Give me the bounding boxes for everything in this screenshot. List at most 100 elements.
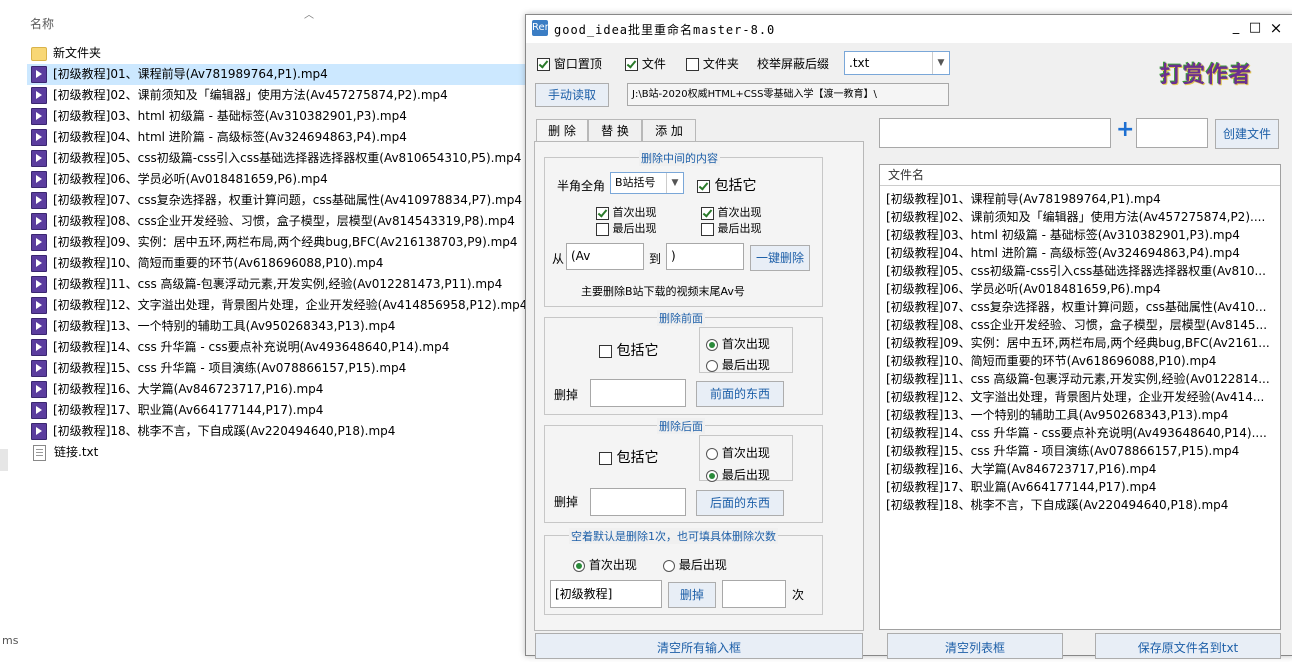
list-item[interactable]: [初级教程]14、css 升华篇 - css要点补充说明(Av493648640… <box>880 424 1274 442</box>
list-item[interactable]: [初级教程]07、css复杂选择器，权重计算问题，css基础属性(Av410..… <box>880 298 1274 316</box>
list-item[interactable]: [初级教程]16、大学篇(Av846723717,P16).mp4 <box>880 460 1274 478</box>
file-checkbox[interactable]: 文件 <box>625 55 666 72</box>
file-row[interactable]: [初级教程]04、html 进阶篇 - 高级标签(Av324694863,P4)… <box>27 127 527 148</box>
delete-back-button[interactable]: 后面的东西 <box>696 490 784 516</box>
tab-delete[interactable]: 删 除 <box>536 119 588 143</box>
left-first-checkbox[interactable]: 首次出现 <box>596 204 657 220</box>
video-file-icon <box>31 234 47 251</box>
maximize-button[interactable]: □ <box>1245 19 1265 37</box>
tab-replace[interactable]: 替 换 <box>588 119 642 143</box>
suffix-select[interactable]: .txt ▼ <box>844 51 950 75</box>
from-input[interactable]: (Av <box>566 243 644 270</box>
file-row[interactable]: [初级教程]18、桃李不言，下自成蹊(Av220494640,P18).mp4 <box>27 421 527 442</box>
include-front-checkbox[interactable]: 包括它 <box>599 340 658 360</box>
file-row[interactable]: [初级教程]14、css 升华篇 - css要点补充说明(Av493648640… <box>27 337 527 358</box>
count-last-radio[interactable]: 最后出现 <box>663 556 727 573</box>
folder-checkbox[interactable]: 文件夹 <box>686 55 739 72</box>
file-row[interactable]: [初级教程]15、css 升华篇 - 项目演练(Av078866157,P15)… <box>27 358 527 379</box>
back-first-radio[interactable]: 首次出现 <box>706 444 770 461</box>
list-item[interactable]: [初级教程]05、css初级篇-css引入css基础选择器选择器权重(Av810… <box>880 262 1274 280</box>
list-item[interactable]: [初级教程]10、简短而重要的环节(Av618696088,P10).mp4 <box>880 352 1274 370</box>
radio-unselected-icon <box>706 359 718 372</box>
list-item[interactable]: [初级教程]02、课前须知及「编辑器」使用方法(Av457275874,P2).… <box>880 208 1274 226</box>
file-row[interactable]: [初级教程]11、css 高级篇-包裹浮动元素,开发实例,经验(Av012281… <box>27 274 527 295</box>
right-first-checkbox[interactable]: 首次出现 <box>701 204 762 220</box>
title-bar[interactable]: Ren good_idea批里重命名master-8.0 _ □ × <box>526 15 1292 43</box>
file-row[interactable]: [初级教程]06、学员必听(Av018481659,P6).mp4 <box>27 169 527 190</box>
file-row[interactable]: [初级教程]07、css复杂选择器，权重计算问题，css基础属性(Av41097… <box>27 190 527 211</box>
clear-list-button[interactable]: 清空列表框 <box>887 633 1063 659</box>
checkbox-checked-icon <box>596 206 609 220</box>
clear-inputs-button[interactable]: 清空所有输入框 <box>535 633 863 659</box>
file-row[interactable]: [初级教程]12、文字溢出处理，背景图片处理，企业开发经验(Av41485695… <box>27 295 527 316</box>
file-row[interactable]: [初级教程]02、课前须知及「编辑器」使用方法(Av457275874,P2).… <box>27 85 527 106</box>
list-item[interactable]: [初级教程]17、职业篇(Av664177144,P17).mp4 <box>880 478 1274 496</box>
window-top-checkbox[interactable]: 窗口置顶 <box>537 55 602 72</box>
include-middle-checkbox[interactable]: 包括它 <box>697 175 756 195</box>
include-back-checkbox[interactable]: 包括它 <box>599 447 658 467</box>
front-first-radio[interactable]: 首次出现 <box>706 335 770 352</box>
list-item[interactable]: [初级教程]15、css 升华篇 - 项目演练(Av078866157,P15)… <box>880 442 1274 460</box>
column-header-name[interactable]: 名称 <box>30 15 54 32</box>
front-remove-input[interactable] <box>590 379 686 407</box>
file-row[interactable]: [初级教程]13、一个特别的辅助工具(Av950268343,P13).mp4 <box>27 316 527 337</box>
list-item[interactable]: [初级教程]11、css 高级篇-包裹浮动元素,开发实例,经验(Av012281… <box>880 370 1274 388</box>
radio-unselected-icon <box>663 559 675 572</box>
list-header: 文件名 <box>880 165 1280 186</box>
list-item[interactable]: [初级教程]09、实例：居中五环,两栏布局,两个经典bug,BFC(Av2161… <box>880 334 1274 352</box>
delete-text-input[interactable]: [初级教程] <box>550 580 662 608</box>
back-last-radio[interactable]: 最后出现 <box>706 466 770 483</box>
list-item[interactable]: [初级教程]04、html 进阶篇 - 高级标签(Av324694863,P4)… <box>880 244 1274 262</box>
file-row[interactable]: [初级教程]03、html 初级篇 - 基础标签(Av310382901,P3)… <box>27 106 527 127</box>
app-icon: Ren <box>532 20 551 36</box>
list-item[interactable]: [初级教程]01、课程前导(Av781989764,P1).mp4 <box>880 190 1274 208</box>
list-item[interactable]: [初级教程]03、html 初级篇 - 基础标签(Av310382901,P3)… <box>880 226 1274 244</box>
file-name: [初级教程]06、学员必听(Av018481659,P6).mp4 <box>53 172 328 186</box>
file-name: 新文件夹 <box>53 46 102 60</box>
count-first-radio[interactable]: 首次出现 <box>573 556 637 573</box>
list-item[interactable]: [初级教程]08、css企业开发经验、习惯，盒子模型，层模型(Av8145... <box>880 316 1274 334</box>
donate-author-logo[interactable]: 打赏作者 <box>1160 57 1252 89</box>
file-row[interactable]: 链接.txt <box>27 442 527 463</box>
file-row[interactable]: [初级教程]16、大学篇(Av846723717,P16).mp4 <box>27 379 527 400</box>
save-names-button[interactable]: 保存原文件名到txt <box>1095 633 1281 659</box>
delete-count-input[interactable] <box>722 580 786 608</box>
bracket-type-select[interactable]: B站括号 ▼ <box>610 172 684 194</box>
checkbox-unchecked-icon <box>599 344 612 358</box>
file-row[interactable]: [初级教程]08、css企业开发经验、习惯，盒子模型，层模型(Av8145433… <box>27 211 527 232</box>
tab-add[interactable]: 添 加 <box>642 119 696 143</box>
to-label: 到 <box>649 252 662 266</box>
new-file-suffix-input[interactable] <box>1136 118 1208 148</box>
file-row[interactable]: [初级教程]17、职业篇(Av664177144,P17).mp4 <box>27 400 527 421</box>
create-file-button[interactable]: 创建文件 <box>1215 119 1279 149</box>
count-unit-label: 次 <box>792 588 805 602</box>
to-input[interactable]: ) <box>666 243 744 270</box>
filename-column-header[interactable]: 文件名 <box>888 168 924 182</box>
video-file-icon <box>31 129 47 146</box>
minimize-button[interactable]: _ <box>1226 19 1246 37</box>
delete-front-button[interactable]: 前面的东西 <box>696 381 784 407</box>
list-item[interactable]: [初级教程]12、文字溢出处理，背景图片处理，企业开发经验(Av414... <box>880 388 1274 406</box>
delete-count-button[interactable]: 删掉 <box>668 582 716 608</box>
file-row[interactable]: 新文件夹 <box>27 43 527 64</box>
back-remove-input[interactable] <box>590 488 686 516</box>
file-row[interactable]: [初级教程]10、简短而重要的环节(Av618696088,P10).mp4 <box>27 253 527 274</box>
file-row[interactable]: [初级教程]01、课程前导(Av781989764,P1).mp4 <box>27 64 527 85</box>
list-item[interactable]: [初级教程]18、桃李不言，下自成蹊(Av220494640,P18).mp4 <box>880 496 1274 514</box>
file-row[interactable]: [初级教程]05、css初级篇-css引入css基础选择器选择器权重(Av810… <box>27 148 527 169</box>
right-last-checkbox[interactable]: 最后出现 <box>701 220 762 236</box>
explorer-scrollbar[interactable] <box>0 449 8 471</box>
list-item[interactable]: [初级教程]13、一个特别的辅助工具(Av950268343,P13).mp4 <box>880 406 1274 424</box>
file-row[interactable]: [初级教程]09、实例：居中五环,两栏布局,两个经典bug,BFC(Av2161… <box>27 232 527 253</box>
one-click-delete-button[interactable]: 一键删除 <box>750 245 810 271</box>
left-last-checkbox[interactable]: 最后出现 <box>596 220 657 236</box>
front-last-label: 最后出现 <box>721 358 770 372</box>
path-field[interactable]: J:\B站-2020权威HTML+CSS零基础入学【渡一教育】\ <box>627 83 949 106</box>
manual-read-button[interactable]: 手动读取 <box>535 83 609 107</box>
file-name: [初级教程]02、课前须知及「编辑器」使用方法(Av457275874,P2).… <box>53 88 448 102</box>
front-last-radio[interactable]: 最后出现 <box>706 356 770 373</box>
close-button[interactable]: × <box>1266 19 1286 37</box>
list-item[interactable]: [初级教程]06、学员必听(Av018481659,P6).mp4 <box>880 280 1274 298</box>
new-file-name-input[interactable] <box>879 118 1111 148</box>
rename-file-list[interactable]: 文件名 [初级教程]01、课程前导(Av781989764,P1).mp4 [初级… <box>879 164 1281 630</box>
